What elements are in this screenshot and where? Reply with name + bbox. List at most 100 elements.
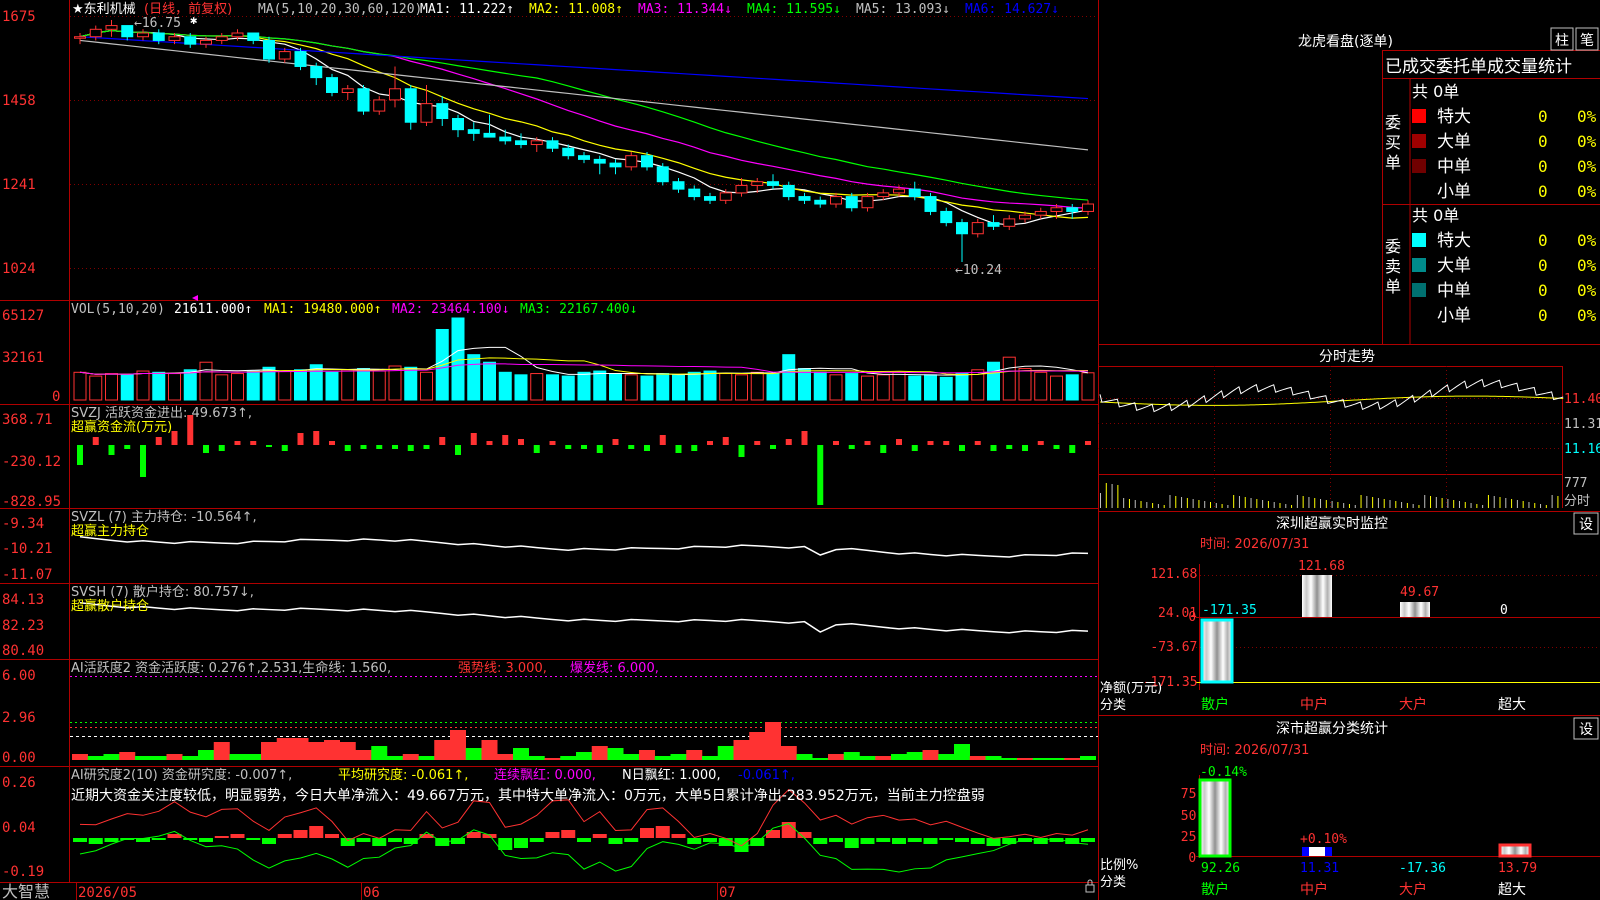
stats-ytick-2: 25 bbox=[1181, 830, 1197, 845]
buy-rows-count-1: 0 bbox=[1538, 132, 1548, 151]
fund-flow-bar-46 bbox=[801, 431, 808, 445]
svsh-label[interactable]: SVSH (7) 散户持仓: 80.757↓, bbox=[71, 584, 254, 600]
ai2-ytick-0: 0.26 bbox=[2, 775, 36, 791]
intraday-volume-bar-51 bbox=[1395, 501, 1397, 508]
monitor-ytick-3: -73.67 bbox=[1150, 640, 1197, 655]
activity-bar-46 bbox=[796, 754, 813, 760]
activity-bar-0 bbox=[72, 754, 88, 760]
intraday-volume-bar-79 bbox=[1557, 496, 1559, 508]
stats-title: 深市超赢分类统计 bbox=[1276, 720, 1388, 737]
volume-bar-48 bbox=[829, 374, 843, 401]
fund-flow-bar-37 bbox=[659, 435, 666, 445]
fund-flow-bar-23 bbox=[439, 437, 446, 445]
candle-55 bbox=[940, 207, 953, 227]
intraday-volume-bar-33 bbox=[1291, 505, 1293, 508]
fund-flow-bar-63 bbox=[1069, 445, 1076, 453]
buy-rows-count-2: 0 bbox=[1538, 157, 1548, 176]
activity-bar-51 bbox=[875, 756, 892, 760]
volume-bar-49 bbox=[845, 373, 859, 401]
sell-rows-name-2: 中单 bbox=[1437, 281, 1471, 301]
ai2-ytick-2: -0.19 bbox=[2, 864, 44, 880]
volume-bar-27 bbox=[498, 371, 512, 401]
activity-bar-24 bbox=[450, 730, 466, 760]
intraday-volume-bar-9 bbox=[1152, 503, 1154, 508]
research-bar-51 bbox=[876, 838, 891, 842]
volume-bar-0 bbox=[73, 371, 87, 401]
fund-flow-bar-9 bbox=[218, 445, 225, 451]
monitor-value-3: 0 bbox=[1500, 603, 1508, 618]
candle-body bbox=[971, 222, 984, 235]
research-bar-46 bbox=[797, 832, 812, 838]
research-bar-38 bbox=[671, 834, 686, 838]
svzj-label[interactable]: SVZJ 活跃资金进出: 49.673↑, bbox=[71, 405, 252, 421]
svzl-label[interactable]: SVZL (7) 主力持仓: -10.564↑, bbox=[71, 510, 257, 525]
candle-59 bbox=[1003, 215, 1016, 231]
period-label[interactable]: (日线，前复权) bbox=[144, 1, 232, 17]
volume-bar-19 bbox=[372, 370, 386, 401]
ma-parameter-label[interactable]: MA(5,10,20,30,60,120) bbox=[258, 2, 422, 17]
svzj-panel: 368.71 -230.12 -828.95 SVZJ 活跃资金进出: 49.6… bbox=[2, 405, 1091, 510]
candle-body bbox=[215, 36, 228, 41]
sell-rows-name-3: 小单 bbox=[1437, 306, 1471, 326]
moving-average-lines bbox=[79, 29, 1089, 226]
research-bar-57 bbox=[970, 838, 985, 844]
fund-flow-bar-0 bbox=[77, 445, 83, 465]
ai2-extra-label: -0.061↑, bbox=[738, 768, 795, 783]
candle-body bbox=[515, 140, 527, 146]
volume-bar-55 bbox=[939, 376, 953, 401]
volume-ma-lines bbox=[79, 346, 1089, 376]
volume-bar-14 bbox=[294, 369, 307, 401]
fund-flow-bar-11 bbox=[250, 441, 257, 445]
fund-flow-bar-1 bbox=[92, 437, 99, 445]
monitor-value-1: 121.68 bbox=[1298, 559, 1345, 574]
volume-bar-33 bbox=[593, 370, 607, 401]
stock-chart-canvas[interactable]: 1675 1458 1241 1024 ★东利机械 (日线，前复权) MA(5,… bbox=[0, 0, 1600, 900]
volume-bar-26 bbox=[483, 361, 496, 401]
activity-bar-20 bbox=[387, 756, 403, 760]
volume-bar-24 bbox=[451, 317, 465, 401]
candle-50 bbox=[861, 192, 874, 212]
vol-label[interactable]: VOL(5,10,20) bbox=[71, 302, 165, 317]
lock-icon[interactable] bbox=[1085, 884, 1095, 893]
intraday-volume-bar-35 bbox=[1302, 496, 1304, 508]
candle-44 bbox=[767, 174, 779, 190]
research-bar-2 bbox=[104, 838, 119, 842]
volume-bar-54 bbox=[924, 374, 937, 401]
stock-name[interactable]: ★东利机械 bbox=[72, 2, 136, 17]
ai1-ytick-2: 0.00 bbox=[2, 750, 36, 766]
ma-value-5: MA5: 13.093↓ bbox=[856, 2, 950, 17]
activity-bar-60 bbox=[1017, 758, 1033, 760]
sell-vlabel-char-2: 单 bbox=[1385, 277, 1401, 296]
candle-body bbox=[782, 184, 795, 198]
activity-bar-38 bbox=[670, 754, 687, 760]
svzl-ytick-0: -9.34 bbox=[2, 516, 44, 532]
candle-61 bbox=[1034, 207, 1047, 219]
candle-3 bbox=[121, 25, 134, 41]
buy-rows-swatch-1 bbox=[1412, 134, 1426, 148]
ai1-label[interactable]: AI活跃度2 资金活跃度: 0.276↑,2.531,生命线: 1.560, bbox=[71, 660, 391, 676]
fund-flow-bar-38 bbox=[675, 445, 682, 453]
sell-rows-pct-0: 0% bbox=[1577, 231, 1597, 250]
candle-body bbox=[688, 188, 701, 198]
fund-flow-bar-62 bbox=[1053, 445, 1060, 449]
candle-0 bbox=[74, 33, 86, 45]
volume-bar-56 bbox=[955, 373, 969, 401]
vol-ytick-1: 32161 bbox=[2, 350, 44, 366]
research-bar-0 bbox=[73, 838, 87, 842]
intraday-volume-bar-26 bbox=[1250, 498, 1252, 508]
candle-body bbox=[530, 140, 543, 146]
candle-body bbox=[310, 65, 323, 79]
intraday-volume-bar-17 bbox=[1198, 500, 1200, 508]
sell-rows-count-1: 0 bbox=[1538, 256, 1548, 275]
activity-bar-48 bbox=[828, 754, 844, 760]
activity-bar-7 bbox=[182, 756, 199, 760]
sell-rows-count-2: 0 bbox=[1538, 281, 1548, 300]
candle-body bbox=[231, 32, 244, 38]
intraday-volume-bar-62 bbox=[1458, 501, 1460, 508]
candle-body bbox=[735, 184, 748, 194]
intraday-volume-bar-1 bbox=[1105, 483, 1107, 508]
stats-bar-retail bbox=[1198, 778, 1232, 858]
volume-bar-6 bbox=[168, 373, 181, 401]
ai2-label[interactable]: AI研究度2(10) 资金研究度: -0.007↑, bbox=[71, 767, 292, 783]
buy-rows-pct-1: 0% bbox=[1577, 132, 1597, 151]
